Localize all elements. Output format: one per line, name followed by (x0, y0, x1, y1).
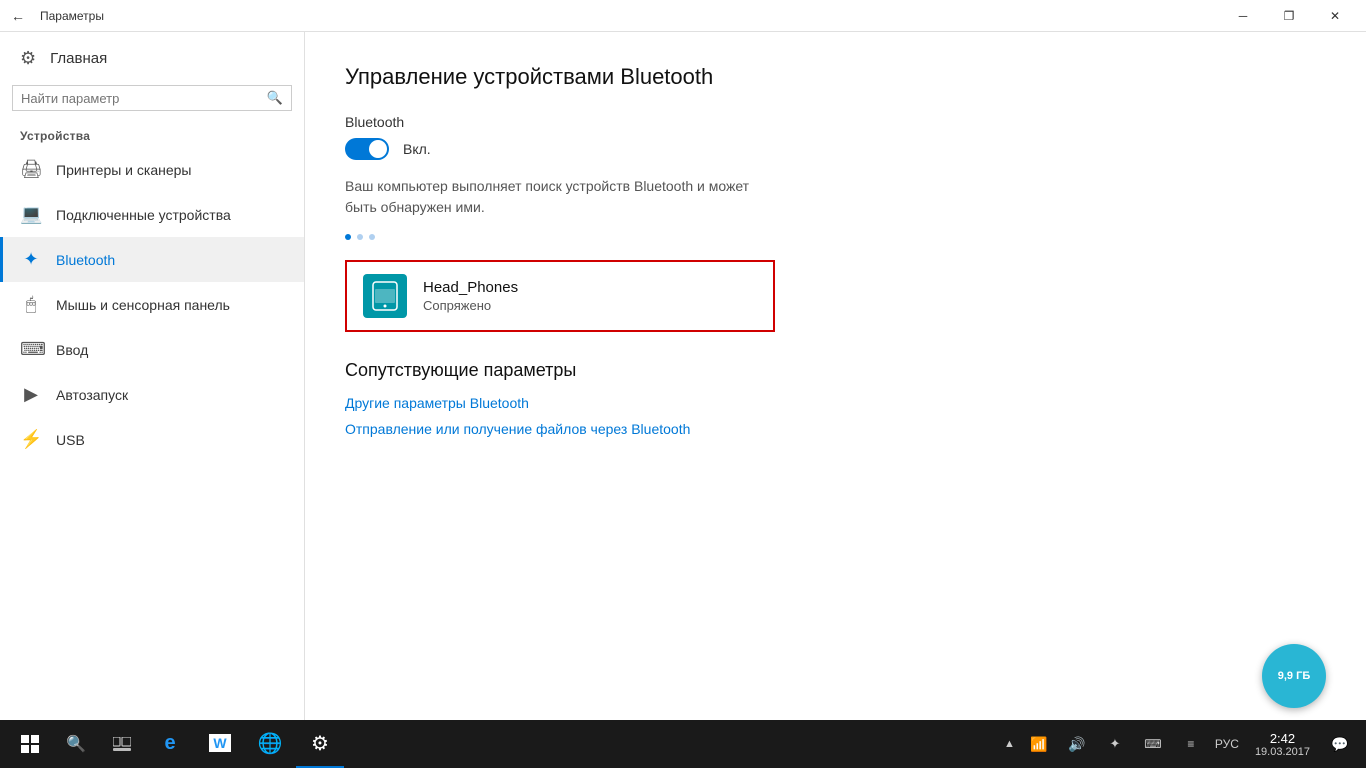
search-input[interactable] (21, 91, 267, 106)
dot-1 (345, 234, 351, 240)
device-card[interactable]: Head_Phones Сопряжено (345, 260, 775, 332)
device-info: Head_Phones Сопряжено (423, 279, 518, 313)
close-button[interactable]: ✕ (1312, 0, 1358, 32)
sidebar-item-label: Ввод (56, 342, 88, 358)
taskbar-search-button[interactable]: 🔍 (54, 720, 98, 768)
device-name: Head_Phones (423, 279, 518, 296)
minimize-button[interactable]: ─ (1220, 0, 1266, 32)
tray-volume-icon[interactable]: 🔊 (1059, 720, 1095, 768)
taskbar-tray: ▲ 📶 🔊 ✦ ⌨ ≡ РУС 2:42 19.03.2017 💬 (1000, 720, 1358, 768)
sidebar-search-box[interactable]: 🔍 (12, 85, 292, 111)
taskbar-app-ie[interactable]: e (146, 720, 194, 768)
sidebar-item-label: Принтеры и сканеры (56, 162, 191, 178)
related-link-1[interactable]: Другие параметры Bluetooth (345, 395, 1326, 411)
tray-clock[interactable]: 2:42 19.03.2017 (1245, 731, 1320, 758)
bluetooth-section-label: Bluetooth (345, 114, 1326, 130)
scanning-dots (345, 234, 1326, 240)
sidebar-item-connected[interactable]: 💻 Подключенные устройства (0, 192, 304, 237)
tray-notification-button[interactable]: 💬 (1322, 720, 1358, 768)
dot-3 (369, 234, 375, 240)
taskbar-app-settings[interactable]: ⚙ (296, 720, 344, 768)
chrome-icon: 🌐 (258, 731, 283, 756)
toggle-knob (369, 140, 387, 158)
tray-language[interactable]: РУС (1211, 737, 1243, 751)
word-icon: W (209, 734, 230, 752)
ie-icon: e (164, 732, 175, 755)
start-button[interactable] (8, 720, 52, 768)
tray-keyboard-icon[interactable]: ⌨ (1135, 720, 1171, 768)
sidebar-item-label: USB (56, 432, 85, 448)
clock-time: 2:42 (1270, 731, 1295, 746)
related-params-title: Сопутствующие параметры (345, 360, 1326, 381)
tray-taskbar-icon[interactable]: ≡ (1173, 720, 1209, 768)
storage-label: 9,9 ГБ (1278, 670, 1311, 682)
dot-2 (357, 234, 363, 240)
sidebar-item-label: Мышь и сенсорная панель (56, 297, 230, 313)
settings-icon: ⚙ (311, 731, 329, 756)
input-icon: ⌨ (20, 339, 42, 360)
tray-overflow-button[interactable]: ▲ (1000, 738, 1019, 750)
app-body: ⚙ Главная 🔍 Устройства 🖨 Принтеры и скан… (0, 32, 1366, 720)
printer-icon: 🖨 (20, 159, 42, 180)
toggle-row: Вкл. (345, 138, 1326, 160)
storage-bubble: 9,9 ГБ (1262, 644, 1326, 708)
bluetooth-toggle[interactable] (345, 138, 389, 160)
toggle-state-label: Вкл. (403, 141, 431, 157)
taskbar: 🔍 e W 🌐 ⚙ ▲ 📶 🔊 ✦ ⌨ ≡ РУС 2:42 19.03.201… (0, 720, 1366, 768)
sidebar-item-label: Автозапуск (56, 387, 128, 403)
sidebar: ⚙ Главная 🔍 Устройства 🖨 Принтеры и скан… (0, 32, 305, 720)
tray-network-icon[interactable]: 📶 (1021, 720, 1057, 768)
taskbar-app-word[interactable]: W (196, 720, 244, 768)
connected-icon: 💻 (20, 204, 42, 225)
restore-button[interactable]: ❐ (1266, 0, 1312, 32)
search-hint-text: Ваш компьютер выполняет поиск устройств … (345, 176, 775, 218)
sidebar-item-printers[interactable]: 🖨 Принтеры и сканеры (0, 147, 304, 192)
app-title: Параметры (40, 9, 104, 23)
sidebar-home-label: Главная (50, 50, 107, 67)
search-icon: 🔍 (267, 90, 283, 106)
clock-date: 19.03.2017 (1255, 746, 1310, 758)
usb-icon: ⚡ (20, 429, 42, 450)
mouse-icon: 🖱 (20, 294, 42, 315)
sidebar-item-input[interactable]: ⌨ Ввод (0, 327, 304, 372)
device-status: Сопряжено (423, 298, 518, 313)
related-link-2[interactable]: Отправление или получение файлов через B… (345, 421, 1326, 437)
tray-bluetooth-icon[interactable]: ✦ (1097, 720, 1133, 768)
sidebar-item-bluetooth[interactable]: ✦ Bluetooth (0, 237, 304, 282)
sidebar-item-label: Bluetooth (56, 252, 115, 268)
sidebar-section-label: Устройства (0, 123, 304, 147)
sidebar-home[interactable]: ⚙ Главная (0, 32, 304, 85)
sidebar-item-autorun[interactable]: ▶ Автозапуск (0, 372, 304, 417)
titlebar: ← Параметры ─ ❐ ✕ (0, 0, 1366, 32)
content-area: Управление устройствами Bluetooth Blueto… (305, 32, 1366, 720)
task-view-button[interactable] (100, 720, 144, 768)
sidebar-item-usb[interactable]: ⚡ USB (0, 417, 304, 462)
titlebar-left: ← Параметры (4, 2, 104, 30)
home-icon: ⚙ (20, 48, 36, 69)
bluetooth-icon: ✦ (20, 249, 42, 270)
autorun-icon: ▶ (20, 384, 42, 405)
window-controls: ─ ❐ ✕ (1220, 0, 1358, 32)
taskbar-app-chrome[interactable]: 🌐 (246, 720, 294, 768)
device-icon (363, 274, 407, 318)
sidebar-item-mouse[interactable]: 🖱 Мышь и сенсорная панель (0, 282, 304, 327)
sidebar-item-label: Подключенные устройства (56, 207, 231, 223)
page-title: Управление устройствами Bluetooth (345, 64, 1326, 90)
back-button[interactable]: ← (4, 2, 32, 30)
